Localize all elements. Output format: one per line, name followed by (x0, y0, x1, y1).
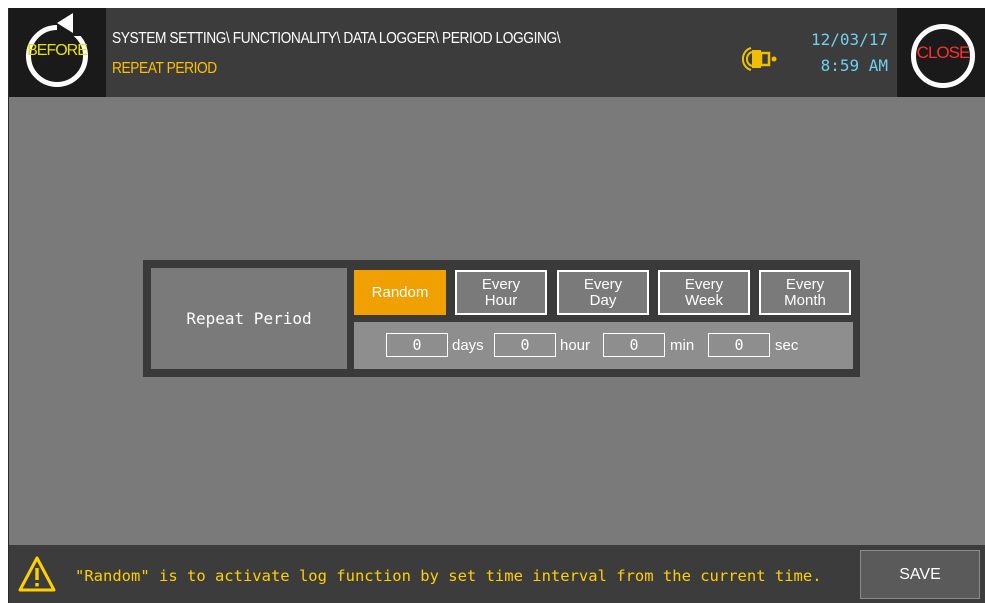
hmi-screen: BEFORE SYSTEM SETTING\ FUNCTIONALITY\ DA… (8, 8, 985, 603)
mode-label-line1: Every (684, 275, 724, 293)
mode-label-line1: Every (785, 275, 825, 293)
sec-input[interactable]: 0 (708, 333, 770, 357)
date-display: 12/03/17 (810, 30, 888, 49)
status-bar: "Random" is to activate log function by … (9, 545, 985, 603)
days-unit: days (452, 337, 484, 354)
breadcrumb: SYSTEM SETTING\ FUNCTIONALITY\ DATA LOGG… (112, 30, 561, 47)
mode-label-line1: Every (481, 275, 521, 293)
close-button[interactable]: CLOSE (897, 8, 985, 97)
mode-every-week-button[interactable]: Every Week (658, 270, 750, 315)
interval-row: 0 days 0 hour 0 min 0 sec (354, 322, 853, 369)
mode-label-line1: Every (583, 275, 623, 293)
time-display: 8:59 AM (820, 56, 888, 75)
page-title: REPEAT PERIOD (112, 60, 217, 77)
alarm-bell-icon[interactable] (739, 44, 779, 74)
help-message: "Random" is to activate log function by … (75, 567, 822, 585)
mode-label-line2: Month (784, 291, 826, 309)
mode-label-line2: Hour (484, 291, 518, 309)
hour-input[interactable]: 0 (494, 333, 556, 357)
header-bar: BEFORE SYSTEM SETTING\ FUNCTIONALITY\ DA… (9, 8, 985, 97)
hour-unit: hour (560, 337, 591, 354)
repeat-period-label: Repeat Period (151, 268, 347, 369)
warning-triangle-icon (18, 556, 56, 592)
repeat-period-panel: Repeat Period Random Every Hour Every Day … (143, 260, 860, 377)
sec-unit: sec (775, 337, 799, 354)
close-label: CLOSE (916, 43, 971, 62)
mode-every-month-button[interactable]: Every Month (759, 270, 851, 315)
before-label: BEFORE (27, 42, 88, 59)
save-button[interactable]: SAVE (860, 550, 980, 599)
mode-label-line2: Day (589, 291, 617, 309)
min-unit: min (670, 337, 695, 354)
mode-every-hour-button[interactable]: Every Hour (455, 270, 547, 315)
mode-every-day-button[interactable]: Every Day (557, 270, 649, 315)
before-button[interactable]: BEFORE (9, 8, 106, 97)
mode-random-button[interactable]: Random (354, 270, 446, 315)
mode-label-line2: Week (684, 291, 724, 309)
min-input[interactable]: 0 (603, 333, 665, 357)
back-arrow-icon (57, 13, 73, 33)
mode-label: Random (371, 283, 429, 301)
days-input[interactable]: 0 (386, 333, 448, 357)
